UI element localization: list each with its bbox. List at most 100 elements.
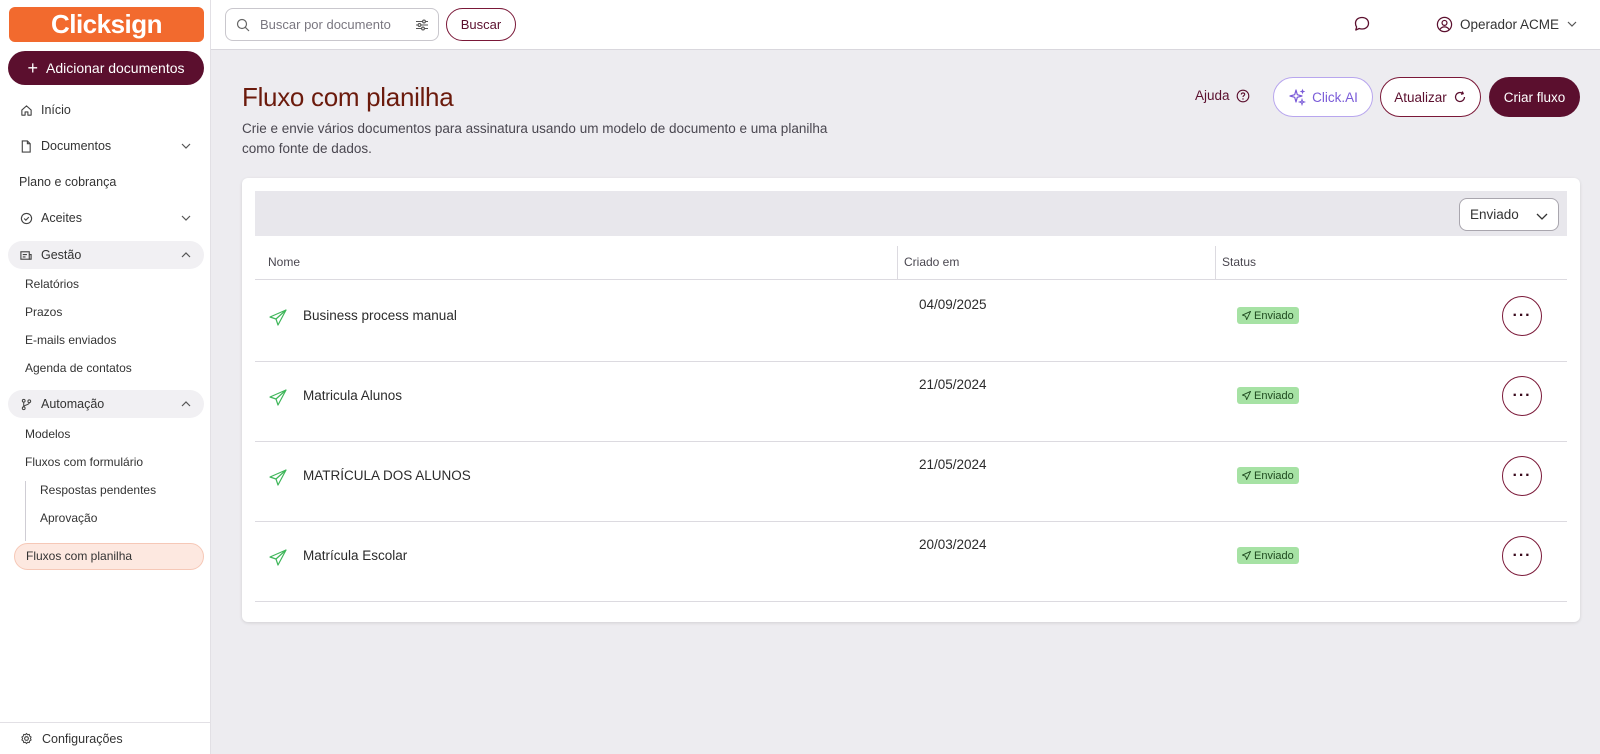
more-options-button[interactable]: ··· bbox=[1502, 296, 1542, 336]
sidebar-item-label: Aceites bbox=[41, 211, 82, 225]
search-box bbox=[225, 8, 439, 41]
chevron-up-icon bbox=[180, 249, 192, 261]
flow-name[interactable]: MATRÍCULA DOS ALUNOS bbox=[303, 468, 471, 483]
gear-icon bbox=[20, 732, 34, 746]
flow-created-date: 20/03/2024 bbox=[919, 537, 987, 552]
chevron-down-icon bbox=[1535, 209, 1549, 223]
submenu-divider bbox=[25, 481, 26, 541]
column-header-criado-em[interactable]: Criado em bbox=[904, 240, 959, 280]
status-label: Enviado bbox=[1254, 469, 1294, 482]
sidebar: Clicksign + Adicionar documentos Início … bbox=[0, 0, 211, 754]
flows-card: Enviado Nome Criado em Status Business p… bbox=[242, 178, 1580, 622]
table-row[interactable]: Business process manual 04/09/2025 Envia… bbox=[255, 281, 1567, 362]
more-options-button[interactable]: ··· bbox=[1502, 456, 1542, 496]
sidebar-item-respostas-pendentes[interactable]: Respostas pendentes bbox=[40, 483, 156, 497]
sidebar-item-label: Documentos bbox=[41, 139, 112, 153]
chat-icon[interactable] bbox=[1353, 15, 1371, 33]
sidebar-item-relatorios[interactable]: Relatórios bbox=[25, 277, 79, 291]
flow-name[interactable]: Business process manual bbox=[303, 308, 457, 323]
sidebar-item-label: Automação bbox=[41, 397, 105, 411]
status-badge: Enviado bbox=[1237, 387, 1299, 404]
user-name: Operador ACME bbox=[1460, 16, 1560, 32]
status-label: Enviado bbox=[1254, 389, 1294, 402]
sidebar-item-configuracoes[interactable]: Configurações bbox=[0, 722, 210, 754]
status-badge: Enviado bbox=[1237, 307, 1299, 324]
column-divider bbox=[1215, 246, 1216, 280]
sidebar-item-label: Gestão bbox=[41, 248, 82, 262]
flow-name[interactable]: Matrícula Escolar bbox=[303, 548, 407, 563]
sidebar-item-documentos[interactable]: Documentos bbox=[8, 132, 204, 160]
sidebar-item-fluxos-formulario[interactable]: Fluxos com formulário bbox=[25, 455, 143, 469]
column-header-status[interactable]: Status bbox=[1222, 240, 1256, 280]
sidebar-item-automacao[interactable]: Automação bbox=[8, 390, 204, 418]
more-options-button[interactable]: ··· bbox=[1502, 536, 1542, 576]
send-icon bbox=[1242, 551, 1251, 560]
sparkle-icon bbox=[1288, 88, 1307, 106]
status-badge: Enviado bbox=[1237, 547, 1299, 564]
column-divider bbox=[897, 246, 898, 280]
page-title: Fluxo com planilha bbox=[242, 82, 454, 112]
flow-created-date: 21/05/2024 bbox=[919, 457, 987, 472]
add-documents-label: Adicionar documentos bbox=[45, 60, 185, 76]
flow-created-date: 21/05/2024 bbox=[919, 377, 987, 392]
click-ai-button[interactable]: Click.AI bbox=[1273, 77, 1373, 117]
table-row[interactable]: MATRÍCULA DOS ALUNOS 21/05/2024 Enviado … bbox=[255, 441, 1567, 522]
sidebar-item-fluxos-planilha[interactable]: Fluxos com planilha bbox=[14, 543, 204, 570]
status-filter-select[interactable]: Enviado bbox=[1459, 198, 1559, 231]
send-icon bbox=[1242, 311, 1251, 320]
status-badge: Enviado bbox=[1237, 467, 1299, 484]
sidebar-item-emails-enviados[interactable]: E-mails enviados bbox=[25, 333, 116, 347]
sidebar-item-inicio[interactable]: Início bbox=[8, 96, 204, 124]
page-description: Crie e envie vários documentos para assi… bbox=[242, 121, 828, 156]
sidebar-item-agenda-contatos[interactable]: Agenda de contatos bbox=[25, 361, 132, 375]
column-header-nome[interactable]: Nome bbox=[268, 240, 300, 280]
check-circle-icon bbox=[19, 211, 33, 225]
sidebar-item-aceites[interactable]: Aceites bbox=[8, 204, 204, 232]
filter-sliders-icon[interactable] bbox=[415, 18, 429, 32]
refresh-label: Atualizar bbox=[1394, 89, 1447, 105]
status-label: Enviado bbox=[1254, 309, 1294, 322]
document-icon bbox=[19, 139, 33, 153]
sidebar-item-modelos[interactable]: Modelos bbox=[25, 427, 70, 441]
sidebar-item-gestao[interactable]: Gestão bbox=[8, 241, 204, 269]
home-icon bbox=[19, 103, 33, 117]
question-circle-icon bbox=[1236, 89, 1250, 103]
help-label: Ajuda bbox=[1195, 88, 1230, 103]
refresh-button[interactable]: Atualizar bbox=[1380, 77, 1481, 117]
search-input[interactable] bbox=[260, 17, 410, 32]
search-button[interactable]: Buscar bbox=[446, 8, 516, 41]
flow-name[interactable]: Matricula Alunos bbox=[303, 388, 402, 403]
add-documents-button[interactable]: + Adicionar documentos bbox=[8, 51, 204, 85]
paper-plane-icon bbox=[268, 548, 288, 568]
management-icon bbox=[19, 248, 33, 262]
more-options-button[interactable]: ··· bbox=[1502, 376, 1542, 416]
refresh-icon bbox=[1453, 90, 1467, 104]
plus-icon: + bbox=[27, 58, 38, 78]
help-link[interactable]: Ajuda bbox=[1195, 88, 1250, 103]
filter-bar: Enviado bbox=[255, 191, 1567, 236]
table-row[interactable]: Matrícula Escolar 20/03/2024 Enviado ··· bbox=[255, 521, 1567, 602]
sidebar-item-aprovacao[interactable]: Aprovação bbox=[40, 511, 97, 525]
send-icon bbox=[1242, 391, 1251, 400]
user-menu[interactable]: Operador ACME bbox=[1436, 14, 1578, 34]
chevron-down-icon bbox=[180, 140, 192, 152]
status-filter-value: Enviado bbox=[1470, 207, 1519, 222]
chevron-up-icon bbox=[180, 398, 192, 410]
sidebar-item-label: Plano e cobrança bbox=[19, 175, 117, 189]
flow-created-date: 04/09/2025 bbox=[919, 297, 987, 312]
sidebar-item-label: Início bbox=[41, 103, 71, 117]
sidebar-item-prazos[interactable]: Prazos bbox=[25, 305, 62, 319]
paper-plane-icon bbox=[268, 388, 288, 408]
topbar: Buscar Operador ACME bbox=[211, 0, 1600, 50]
config-label: Configurações bbox=[42, 731, 123, 746]
table-row[interactable]: Matricula Alunos 21/05/2024 Enviado ··· bbox=[255, 361, 1567, 442]
clicksign-logo[interactable]: Clicksign bbox=[9, 7, 204, 42]
chevron-down-icon bbox=[180, 212, 192, 224]
sidebar-item-plano[interactable]: Plano e cobrança bbox=[8, 168, 204, 196]
user-circle-icon bbox=[1436, 16, 1453, 33]
branch-icon bbox=[19, 397, 33, 411]
table-header: Nome Criado em Status bbox=[255, 240, 1567, 280]
create-flow-button[interactable]: Criar fluxo bbox=[1489, 77, 1580, 117]
search-icon bbox=[236, 18, 250, 32]
chevron-down-icon bbox=[1566, 18, 1578, 30]
